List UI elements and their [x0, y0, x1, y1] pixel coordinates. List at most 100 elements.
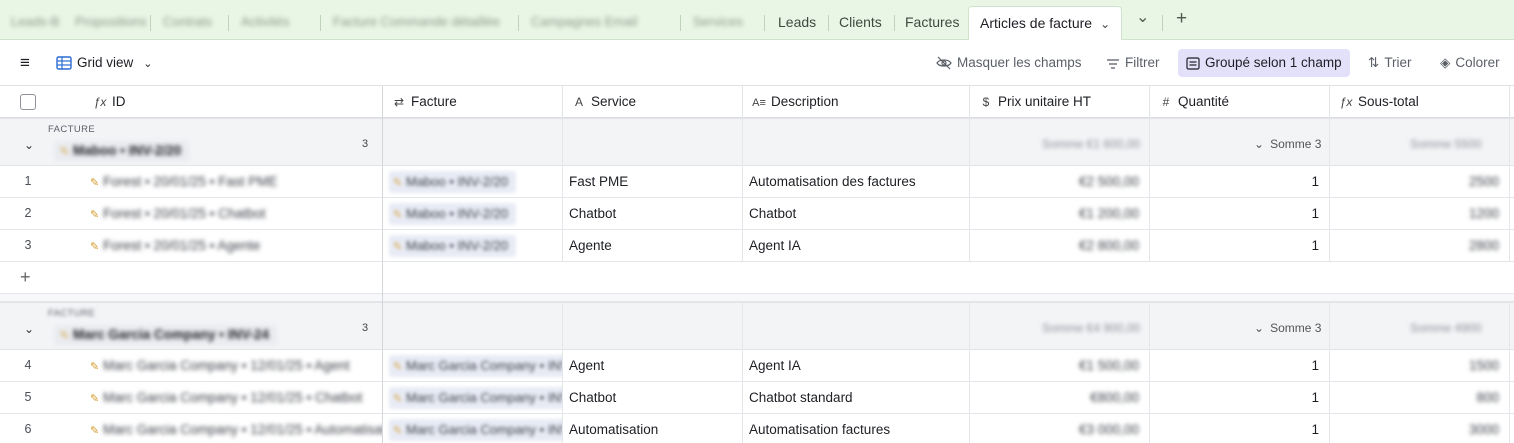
view-switcher-button[interactable]: Grid view ⌄ — [50, 49, 158, 77]
table-row[interactable]: 6 ✎ Marc Garcia Company • 12/01/25 • Auto… — [0, 414, 1514, 443]
linked-record-chip[interactable]: ✎ Marc Garcia Company • INV — [389, 419, 562, 441]
cell-id[interactable]: ✎ Marc Garcia Company • 12/01/25 • Automa… — [84, 414, 383, 443]
cell-description[interactable]: Agent IA — [743, 230, 970, 261]
cell-facture[interactable]: ✎ Marc Garcia Company • INV — [383, 382, 563, 413]
cell-sous-total[interactable]: 3000 — [1330, 414, 1510, 443]
group-summary-sous-total[interactable]: Somme 5500 — [1410, 137, 1481, 151]
linked-record-chip[interactable]: ✎ Maboo • INV-2/20 — [389, 235, 517, 257]
tab-blurred-4[interactable]: Activités — [230, 6, 300, 40]
chevron-down-icon[interactable]: ⌄ — [24, 322, 34, 336]
hide-fields-button[interactable]: Masquer les champs — [930, 49, 1088, 77]
plus-icon[interactable]: + — [1176, 9, 1187, 29]
group-header[interactable]: FACTURE ⌄ ✎ Marc Garcia Company • INV-24 … — [0, 302, 1514, 350]
column-header-description[interactable]: A≡ Description — [743, 86, 970, 118]
cell-description[interactable]: Agent IA — [743, 350, 970, 381]
tab-blurred-6[interactable]: Campagnes Email — [520, 6, 648, 40]
cell-quantite[interactable]: 1 — [1150, 382, 1330, 413]
tab-blurred-3[interactable]: Contrats — [152, 6, 223, 40]
group-summary-prix[interactable]: Somme €4 900,00 — [1042, 321, 1140, 335]
cell-prix[interactable]: €1 500,00 — [970, 350, 1150, 381]
cell-service[interactable]: Chatbot — [563, 198, 743, 229]
cell-quantite[interactable]: 1 — [1150, 166, 1330, 197]
cell-service[interactable]: Chatbot — [563, 382, 743, 413]
cell-sous-total[interactable]: 1500 — [1330, 350, 1510, 381]
cell-prix[interactable]: €2 800,00 — [970, 230, 1150, 261]
cell-id[interactable]: ✎ Forest • 20/01/25 • Chatbot — [84, 198, 383, 229]
tab-blurred-1[interactable]: Leads-B — [0, 6, 70, 40]
chevron-down-icon[interactable]: ⌄ — [24, 138, 34, 152]
cell-facture[interactable]: ✎ Maboo • INV-2/20 — [383, 230, 563, 261]
cell-facture[interactable]: ✎ Marc Garcia Company • INV — [383, 414, 563, 443]
table-row[interactable]: 1 ✎ Forest • 20/01/25 • Fast PME ✎ Maboo •… — [0, 166, 1514, 198]
group-button[interactable]: Groupé selon 1 champ — [1178, 49, 1350, 77]
table-row[interactable]: 4 ✎ Marc Garcia Company • 12/01/25 • Agen… — [0, 350, 1514, 382]
linked-record-chip[interactable]: ✎ Maboo • INV-2/20 — [389, 171, 517, 193]
linked-record-chip[interactable]: ✎ Marc Garcia Company • INV — [389, 355, 562, 377]
column-header-quantite[interactable]: # Quantité — [1150, 86, 1330, 118]
cell-id[interactable]: ✎ Marc Garcia Company • 12/01/25 • Agent — [84, 350, 383, 381]
filter-button[interactable]: Filtrer — [1100, 49, 1166, 77]
tab-active-label: Articles de facture — [980, 15, 1093, 31]
tab-blurred-5[interactable]: Facture Commande détaillée — [322, 6, 511, 40]
table-row[interactable]: 3 ✎ Forest • 20/01/25 • Agente ✎ Maboo • I… — [0, 230, 1514, 262]
cell-id[interactable]: ✎ Forest • 20/01/25 • Fast PME — [84, 166, 383, 197]
cell-facture[interactable]: ✎ Marc Garcia Company • INV — [383, 350, 563, 381]
tab-articles-de-facture[interactable]: Articles de facture ⌄ — [968, 6, 1123, 41]
cell-prix[interactable]: €2 500,00 — [970, 166, 1150, 197]
cell-description[interactable]: Chatbot — [743, 198, 970, 229]
cell-quantite[interactable]: 1 — [1150, 414, 1330, 443]
cell-id[interactable]: ✎ Forest • 20/01/25 • Agente — [84, 230, 383, 261]
group-summary-quantite[interactable]: ⌄ Somme 3 — [1254, 321, 1321, 335]
cell-facture[interactable]: ✎ Maboo • INV-2/20 — [383, 198, 563, 229]
cell-sous-total[interactable]: 2500 — [1330, 166, 1510, 197]
group-header[interactable]: FACTURE ⌄ ✎ Maboo • INV-2/20 3 Somme €1 6… — [0, 118, 1514, 166]
cell-facture[interactable]: ✎ Maboo • INV-2/20 — [383, 166, 563, 197]
hamburger-menu-icon[interactable]: ≡ — [14, 49, 36, 77]
cell-service[interactable]: Agent — [563, 350, 743, 381]
tab-separator — [1162, 15, 1163, 31]
cell-quantite[interactable]: 1 — [1150, 230, 1330, 261]
chevron-down-icon[interactable]: ⌄ — [1136, 8, 1149, 28]
cell-quantite[interactable]: 1 — [1150, 198, 1330, 229]
add-record-row[interactable]: + — [0, 262, 1514, 294]
chevron-down-icon[interactable]: ⌄ — [1100, 8, 1110, 40]
tab-clients[interactable]: Clients — [828, 6, 893, 40]
tab-blurred-7[interactable]: Services — [682, 6, 754, 40]
sort-button[interactable]: ⇅ Trier — [1362, 49, 1418, 77]
cell-description[interactable]: Automatisation factures — [743, 414, 970, 443]
cell-prix[interactable]: €1 200,00 — [970, 198, 1150, 229]
cell-service[interactable]: Automatisation — [563, 414, 743, 443]
cell-sous-total-value: 2800 — [1468, 238, 1499, 253]
cell-quantite[interactable]: 1 — [1150, 350, 1330, 381]
tab-leads[interactable]: Leads — [767, 6, 827, 40]
column-header-sous-total[interactable]: ƒx Sous-total — [1330, 86, 1510, 118]
group-summary-sous-total[interactable]: Somme 4900 — [1410, 321, 1481, 335]
chevron-down-icon: ⌄ — [1254, 137, 1265, 151]
cell-id[interactable]: ✎ Marc Garcia Company • 12/01/25 • Chatbo… — [84, 382, 383, 413]
pencil-icon: ✎ — [393, 393, 403, 405]
cell-prix[interactable]: €800,00 — [970, 382, 1150, 413]
cell-service[interactable]: Agente — [563, 230, 743, 261]
plus-icon[interactable]: + — [20, 267, 31, 288]
table-row[interactable]: 2 ✎ Forest • 20/01/25 • Chatbot ✎ Maboo • … — [0, 198, 1514, 230]
group-summary-quantite[interactable]: ⌄ Somme 3 — [1254, 137, 1321, 151]
table-row[interactable]: 5 ✎ Marc Garcia Company • 12/01/25 • Chat… — [0, 382, 1514, 414]
column-header-service[interactable]: A Service — [563, 86, 743, 118]
cell-description[interactable]: Chatbot standard — [743, 382, 970, 413]
cell-prix[interactable]: €3 000,00 — [970, 414, 1150, 443]
cell-service[interactable]: Fast PME — [563, 166, 743, 197]
cell-sous-total[interactable]: 2800 — [1330, 230, 1510, 261]
cell-description[interactable]: Automatisation des factures — [743, 166, 970, 197]
cell-sous-total[interactable]: 1200 — [1330, 198, 1510, 229]
color-button[interactable]: ◈ Colorer — [1434, 49, 1506, 77]
column-header-prix[interactable]: $ Prix unitaire HT — [970, 86, 1150, 118]
column-header-id[interactable]: ƒx ID — [84, 86, 383, 118]
group-summary-prix[interactable]: Somme €1 600,00 — [1042, 137, 1140, 151]
linked-record-chip[interactable]: ✎ Maboo • INV-2/20 — [389, 203, 517, 225]
cell-sous-total[interactable]: 800 — [1330, 382, 1510, 413]
select-all-checkbox[interactable] — [20, 94, 36, 110]
linked-record-chip[interactable]: ✎ Marc Garcia Company • INV — [389, 387, 562, 409]
column-header-facture[interactable]: ⇄ Facture — [383, 86, 563, 118]
tab-factures[interactable]: Factures — [894, 6, 970, 40]
tab-blurred-2[interactable]: Propositions — [64, 6, 158, 40]
